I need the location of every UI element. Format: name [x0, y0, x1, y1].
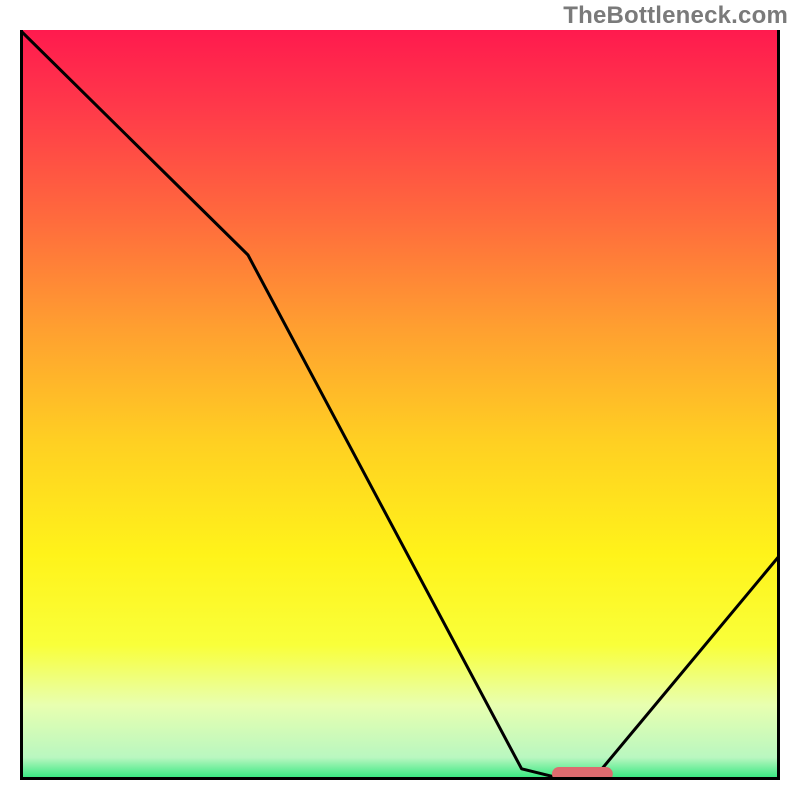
- chart-plot-area: [20, 30, 780, 780]
- chart-svg: [20, 30, 780, 780]
- watermark-text: TheBottleneck.com: [563, 2, 788, 30]
